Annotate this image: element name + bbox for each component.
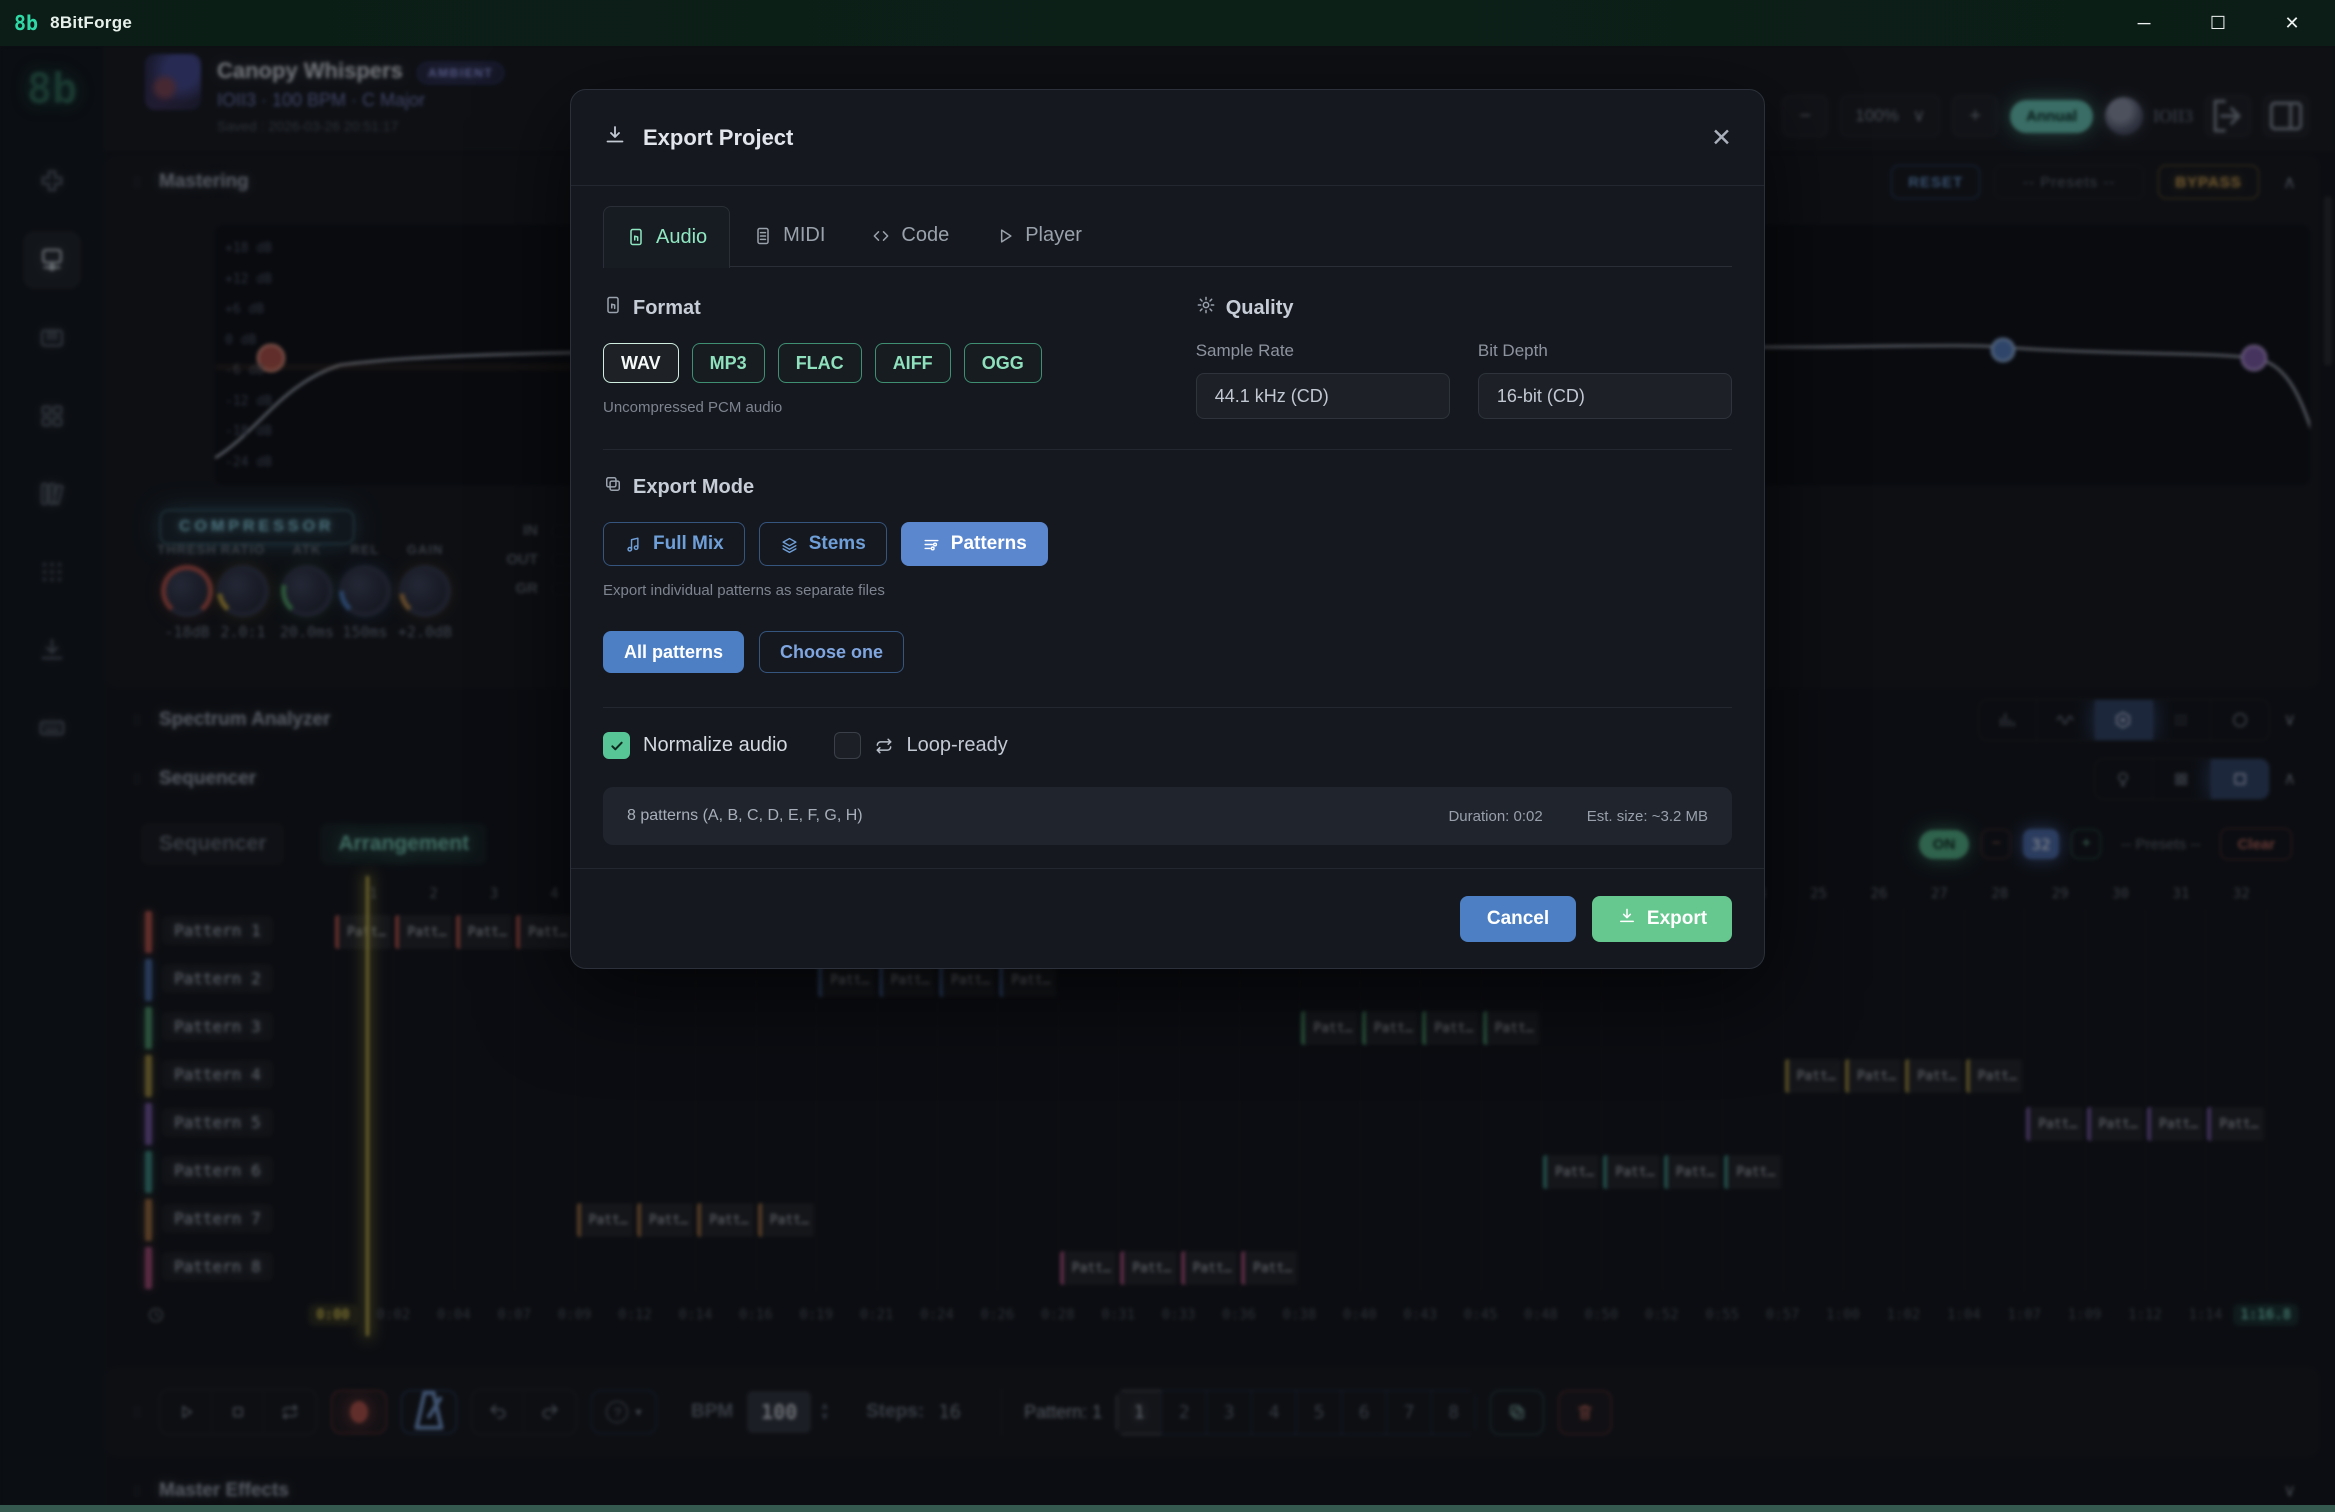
format-option-aiff[interactable]: AIFF [875, 343, 951, 383]
quality-section-title: Quality [1226, 297, 1294, 320]
export-mode-stems[interactable]: Stems [759, 522, 887, 566]
mode-label: Stems [809, 533, 866, 555]
download-icon [603, 123, 627, 152]
code-icon [871, 226, 891, 246]
export-mode-full-mix[interactable]: Full Mix [603, 522, 745, 566]
file-audio-icon [603, 295, 623, 321]
file-audio-icon [626, 227, 646, 247]
play-outline-icon [995, 226, 1015, 246]
app-logo: 8b [14, 11, 38, 35]
loop-ready-label: Loop-ready [907, 734, 1008, 757]
loop-ready-option[interactable]: Loop-ready [834, 732, 1008, 759]
scope-all-patterns[interactable]: All patterns [603, 631, 744, 673]
gear-icon [1196, 295, 1216, 321]
tab-label: Audio [656, 226, 707, 249]
download-icon [1617, 906, 1637, 932]
loop-ready-checkbox[interactable] [834, 732, 861, 759]
tab-code[interactable]: Code [848, 204, 972, 266]
window-close-button[interactable]: ✕ [2277, 13, 2307, 34]
cancel-button[interactable]: Cancel [1460, 896, 1576, 942]
tab-label: Code [901, 224, 949, 247]
export-button[interactable]: Export [1592, 896, 1732, 942]
screen: 8b 8BitForge ─ ☐ ✕ 8b Canopy Whispers AM… [0, 0, 2335, 1512]
bit-depth-label: Bit Depth [1478, 341, 1732, 361]
window-maximize-button[interactable]: ☐ [2203, 13, 2233, 34]
normalize-checkbox[interactable] [603, 732, 630, 759]
format-section-title: Format [633, 297, 701, 320]
format-option-flac[interactable]: FLAC [778, 343, 862, 383]
tab-midi[interactable]: MIDI [730, 204, 848, 266]
app-area: 8b Canopy Whispers AMBIENT IOII3 · 100 B… [0, 46, 2335, 1512]
normalize-audio-option[interactable]: Normalize audio [603, 732, 788, 759]
titlebar: 8b 8BitForge ─ ☐ ✕ [0, 0, 2335, 46]
file-midi-icon [753, 226, 773, 246]
summary-patterns: 8 patterns (A, B, C, D, E, F, G, H) [627, 807, 863, 825]
export-mode-section-title: Export Mode [633, 476, 754, 499]
modal-title: Export Project [643, 125, 793, 151]
export-mode-caption: Export individual patterns as separate f… [603, 582, 1732, 599]
format-caption: Uncompressed PCM audio [603, 399, 1196, 416]
modal-close-button[interactable]: ✕ [1711, 123, 1732, 153]
normalize-label: Normalize audio [643, 734, 788, 757]
format-option-mp3[interactable]: MP3 [692, 343, 765, 383]
tab-label: Player [1025, 224, 1082, 247]
tab-player[interactable]: Player [972, 204, 1105, 266]
export-summary: 8 patterns (A, B, C, D, E, F, G, H) Dura… [603, 787, 1732, 845]
format-option-wav[interactable]: WAV [603, 343, 679, 383]
window-minimize-button[interactable]: ─ [2129, 13, 2159, 34]
sample-rate-label: Sample Rate [1196, 341, 1450, 361]
summary-duration: Duration: 0:02 [1448, 808, 1542, 825]
summary-size: Est. size: ~3.2 MB [1587, 808, 1708, 825]
copy-icon [603, 474, 623, 500]
export-modal: Export Project ✕ Audio MIDI Code Player For… [570, 89, 1765, 969]
layers-icon [780, 535, 799, 554]
bit-depth-select[interactable]: 16-bit (CD) [1478, 373, 1732, 419]
sliders-icon [922, 535, 941, 554]
export-mode-patterns[interactable]: Patterns [901, 522, 1048, 566]
app-title: 8BitForge [50, 13, 132, 33]
bottom-accent-strip [0, 1505, 2335, 1512]
sample-rate-select[interactable]: 44.1 kHz (CD) [1196, 373, 1450, 419]
mode-label: Patterns [951, 533, 1027, 555]
scope-choose-one[interactable]: Choose one [759, 631, 904, 673]
loop-icon [874, 736, 894, 756]
note-icon [624, 535, 643, 554]
mode-label: Full Mix [653, 533, 724, 555]
tab-label: MIDI [783, 224, 825, 247]
tab-audio[interactable]: Audio [603, 206, 730, 268]
format-option-ogg[interactable]: OGG [964, 343, 1042, 383]
